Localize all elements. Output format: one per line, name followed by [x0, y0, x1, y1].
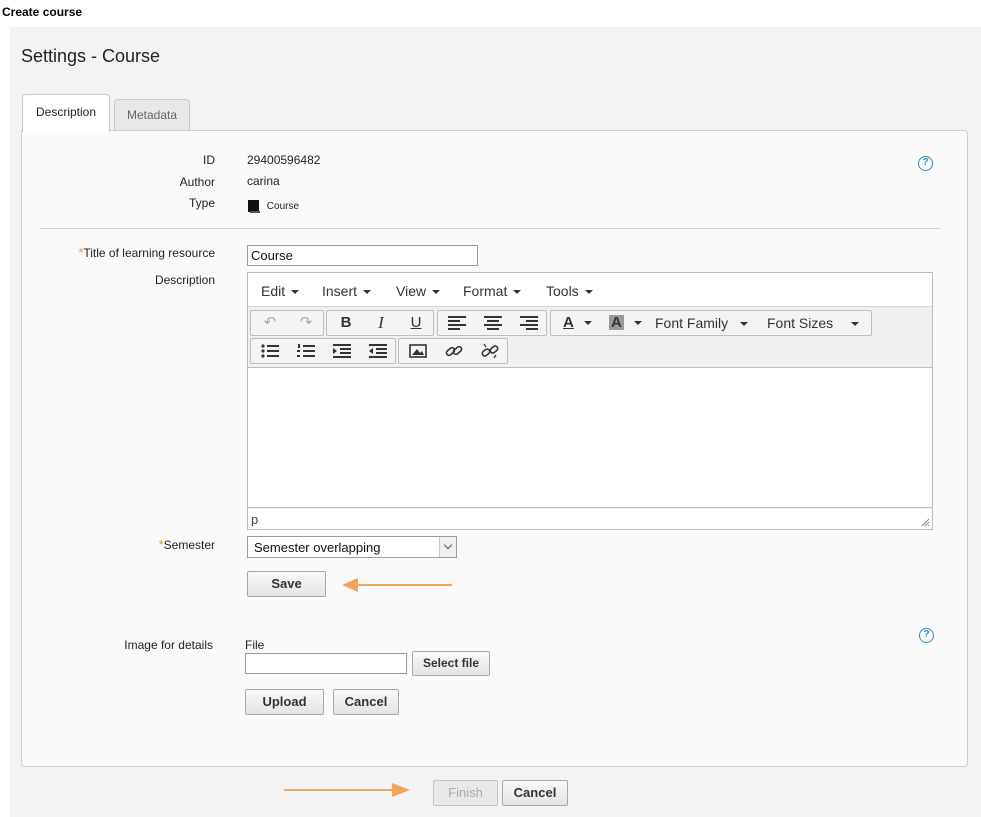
align-group [437, 310, 547, 336]
redo-icon[interactable]: ↷ [289, 311, 323, 335]
underline-icon[interactable]: U [399, 311, 433, 335]
course-book-icon [248, 200, 260, 213]
title-label: *Title of learning resource [78, 245, 215, 260]
list-group [250, 338, 396, 364]
italic-icon[interactable]: I [364, 311, 398, 335]
id-value: 29400596482 [247, 153, 321, 167]
description-label: Description [154, 273, 215, 287]
menu-insert[interactable]: Insert [322, 283, 372, 299]
menu-view[interactable]: View [396, 283, 441, 299]
page-title: Settings - Course [21, 46, 161, 66]
type-value: Course [247, 199, 299, 213]
unlink-icon[interactable] [473, 339, 507, 363]
semester-label: *Semester [158, 537, 215, 552]
title-input[interactable]: Course [247, 245, 478, 266]
font-sizes-select[interactable]: Font Sizes [767, 311, 871, 335]
undo-icon[interactable]: ↶ [253, 311, 287, 335]
finish-button[interactable]: Finish [433, 780, 498, 806]
tab-metadata[interactable]: Metadata [114, 99, 190, 130]
help-icon[interactable]: ? [919, 628, 934, 643]
editor-menubar: Edit Insert View Format Tools [248, 273, 932, 307]
semester-select[interactable]: Semester overlapping [247, 536, 457, 558]
window-titlebar: Create course [0, 0, 981, 27]
file-label: File [245, 638, 265, 652]
type-label: Type [188, 196, 215, 210]
font-group: A A Font Family Font Sizes [550, 310, 872, 336]
bold-icon[interactable]: B [329, 311, 363, 335]
resize-handle-icon[interactable] [920, 517, 930, 527]
chevron-down-icon [439, 537, 456, 557]
background-color-icon[interactable]: A [603, 311, 647, 335]
file-input[interactable] [245, 653, 407, 674]
text-color-icon[interactable]: A [555, 311, 599, 335]
upload-cancel-button[interactable]: Cancel [333, 689, 399, 715]
author-label: Author [179, 175, 215, 189]
numbered-list-icon[interactable] [289, 339, 323, 363]
menu-format[interactable]: Format [463, 283, 522, 299]
menu-edit[interactable]: Edit [261, 283, 300, 299]
arrow-annotation-save [342, 578, 452, 592]
arrow-annotation-finish [284, 783, 410, 797]
footer-cancel-button[interactable]: Cancel [502, 780, 568, 806]
editor-content-area[interactable] [248, 367, 932, 508]
divider [40, 228, 940, 229]
text-style-group: B I U [326, 310, 434, 336]
type-text: Course [266, 200, 300, 212]
align-center-icon[interactable] [476, 311, 510, 335]
outdent-icon[interactable] [361, 339, 395, 363]
align-left-icon[interactable] [440, 311, 474, 335]
window-title: Create course [2, 5, 83, 19]
upload-button[interactable]: Upload [245, 689, 324, 715]
history-group: ↶ ↷ [250, 310, 324, 336]
id-label: ID [203, 153, 215, 167]
element-path[interactable]: p [251, 512, 258, 527]
font-family-select[interactable]: Font Family [655, 311, 763, 335]
help-icon[interactable]: ? [918, 156, 933, 171]
save-button[interactable]: Save [247, 571, 326, 597]
rich-text-editor: Edit Insert View Format Tools ↶ ↷ B I U … [247, 272, 933, 530]
indent-icon[interactable] [325, 339, 359, 363]
bullet-list-icon[interactable] [253, 339, 287, 363]
link-icon[interactable] [437, 339, 471, 363]
menu-tools[interactable]: Tools [546, 283, 593, 299]
author-value: carina [247, 174, 280, 188]
image-icon[interactable] [401, 339, 435, 363]
insert-group [398, 338, 508, 364]
editor-statusbar: p [248, 509, 932, 529]
image-details-label: Image for details [124, 638, 213, 652]
tab-description[interactable]: Description [22, 94, 110, 132]
align-right-icon[interactable] [512, 311, 546, 335]
select-file-button[interactable]: Select file [412, 651, 490, 676]
